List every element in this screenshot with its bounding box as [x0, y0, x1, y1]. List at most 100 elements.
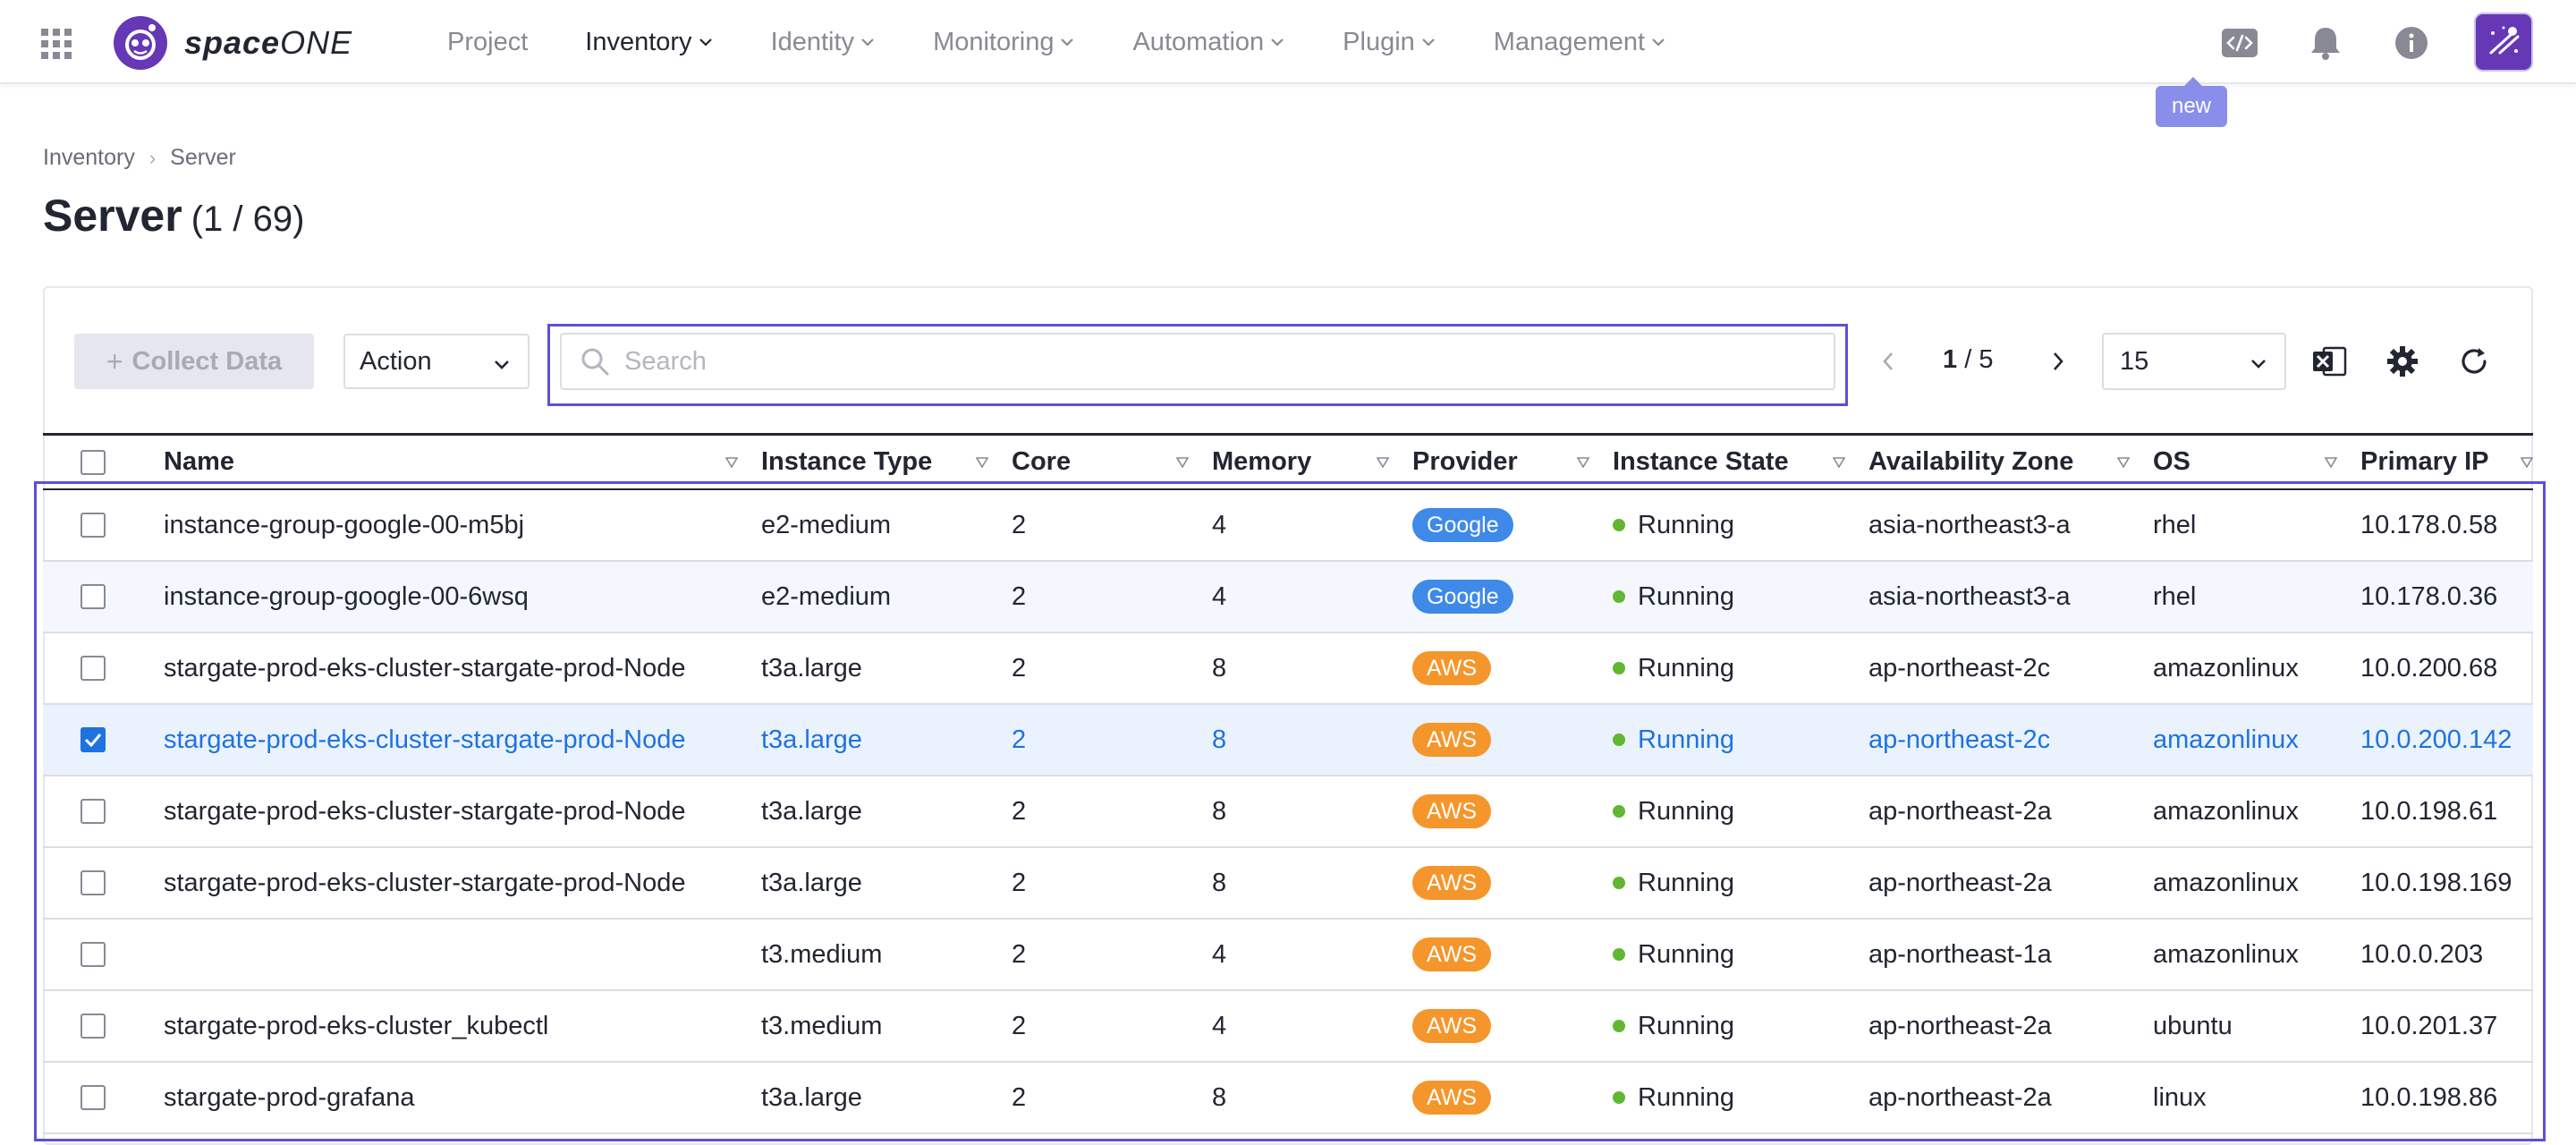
- table-row[interactable]: stargate-prod-eks-cluster-stargate-prod-…: [43, 632, 2533, 705]
- row-checkbox[interactable]: [80, 513, 106, 538]
- cell-type: t3a.large: [752, 847, 1003, 920]
- cell-provider: AWS: [1403, 919, 1604, 991]
- search-input[interactable]: [624, 346, 1787, 377]
- row-select-cell: [43, 489, 155, 562]
- app-grid-icon[interactable]: [41, 29, 72, 59]
- column-header-availability-zone[interactable]: Availability Zone: [1860, 436, 2144, 490]
- server-table: Name Instance Type Core Memory Provider Insta…: [43, 433, 2533, 1145]
- row-checkbox[interactable]: [80, 1085, 106, 1110]
- table-row[interactable]: instance-group-google-00-6wsq e2-medium 2 4…: [43, 561, 2533, 633]
- sort-triangle-icon[interactable]: [2117, 457, 2130, 468]
- cell-zone: asia-northeast3-a: [1860, 489, 2144, 562]
- table-row[interactable]: stargate-prod-eks-cluster-stargate-prod-…: [43, 847, 2533, 920]
- spaceone-logo-icon[interactable]: [113, 15, 168, 71]
- cell-zone: ap-northeast-2a: [1860, 990, 2144, 1063]
- cell-provider: AWS: [1403, 990, 1604, 1063]
- table-row[interactable]: stargate-prod-eks-cluster-stargate-prod-…: [43, 704, 2533, 776]
- astronaut-icon: [2489, 26, 2520, 55]
- row-checkbox[interactable]: [80, 727, 106, 752]
- table-row[interactable]: stargate-prod-eks-cluster_kubectl t3.medi…: [43, 990, 2533, 1063]
- sort-triangle-icon[interactable]: [1176, 457, 1189, 468]
- sort-triangle-icon[interactable]: [2325, 457, 2337, 468]
- search-box[interactable]: [560, 333, 1835, 390]
- column-header-os[interactable]: OS: [2144, 436, 2351, 490]
- breadcrumb-inventory[interactable]: Inventory: [43, 145, 135, 171]
- chevron-down-icon: [699, 38, 712, 47]
- cell-name: stargate-prod-eks-cluster-stargate-prod-…: [155, 847, 752, 920]
- settings-gear-icon[interactable]: [2385, 344, 2420, 379]
- nav-item-inventory[interactable]: Inventory: [585, 28, 713, 57]
- brand-name[interactable]: spaceONE: [184, 23, 352, 63]
- column-header-instance-type[interactable]: Instance Type: [752, 436, 1003, 490]
- instance-state: Running: [1613, 869, 1860, 898]
- chevron-down-icon: [861, 38, 874, 47]
- collect-data-button[interactable]: + Collect Data: [74, 334, 314, 389]
- provider-badge: Google: [1412, 508, 1513, 542]
- nav-item-label: Identity: [770, 27, 855, 56]
- nav-item-plugin[interactable]: Plugin: [1343, 28, 1436, 57]
- column-header-memory[interactable]: Memory: [1203, 436, 1403, 490]
- nav-item-label: Automation: [1132, 27, 1265, 56]
- sort-triangle-icon[interactable]: [1377, 457, 1389, 468]
- code-icon[interactable]: [2220, 23, 2259, 63]
- cell-name: stargate-prod-grafana: [155, 1062, 752, 1134]
- instance-state: Running: [1613, 582, 1860, 612]
- row-checkbox[interactable]: [80, 656, 106, 681]
- nav-item-automation[interactable]: Automation: [1132, 28, 1285, 57]
- bell-icon[interactable]: [2306, 23, 2345, 63]
- next-page-button[interactable]: [2043, 344, 2073, 379]
- brand-name-part: ONE: [280, 24, 353, 61]
- instance-state-label: Running: [1638, 581, 1735, 611]
- sort-triangle-icon[interactable]: [976, 457, 988, 468]
- sort-triangle-icon[interactable]: [725, 457, 738, 468]
- top-navigation-bar: spaceONE Project Inventory Identity Monitor…: [0, 0, 2576, 84]
- cell-os: linux: [2144, 1062, 2351, 1134]
- row-checkbox[interactable]: [80, 799, 106, 824]
- table-row[interactable]: stargate-prod-grafana t3a.large 2 8 AWS Runni…: [43, 1062, 2533, 1134]
- action-dropdown[interactable]: Action: [343, 334, 530, 389]
- row-select-cell: [43, 1062, 155, 1134]
- status-dot-icon: [1613, 662, 1625, 674]
- sort-triangle-icon[interactable]: [1833, 457, 1845, 468]
- column-header-instance-state[interactable]: Instance State: [1604, 436, 1860, 490]
- row-checkbox[interactable]: [80, 870, 106, 895]
- nav-item-management[interactable]: Management: [1494, 28, 1666, 57]
- chevron-right-icon: ›: [148, 146, 157, 169]
- row-checkbox[interactable]: [80, 942, 106, 967]
- column-header-label: Instance Type: [761, 447, 933, 476]
- page-size-dropdown[interactable]: 15: [2102, 333, 2286, 390]
- chevron-left-icon: [1883, 352, 1893, 370]
- excel-export-icon[interactable]: [2311, 344, 2347, 379]
- info-icon[interactable]: [2392, 23, 2431, 63]
- nav-item-identity[interactable]: Identity: [771, 28, 877, 57]
- brand-name-part: space: [184, 24, 281, 61]
- nav-item-label: Plugin: [1343, 27, 1415, 56]
- table-row[interactable]: instance-group-google-00-m5bj e2-medium 2 4…: [43, 489, 2533, 562]
- cell-memory: 4: [1203, 489, 1403, 562]
- cell-memory: 8: [1203, 632, 1403, 705]
- nav-item-monitoring[interactable]: Monitoring: [933, 28, 1075, 57]
- previous-page-button[interactable]: [1873, 344, 1903, 379]
- column-header-primary-ip[interactable]: Primary IP: [2351, 436, 2533, 490]
- provider-badge: AWS: [1412, 794, 1492, 828]
- nav-item-project[interactable]: Project: [447, 28, 528, 57]
- table-row[interactable]: stargate-prod-eks-cluster-stargate-prod-…: [43, 776, 2533, 848]
- cell-core: 2: [1003, 847, 1203, 920]
- column-header-label: Availability Zone: [1868, 447, 2074, 476]
- provider-badge: Google: [1412, 580, 1513, 614]
- column-header-core[interactable]: Core: [1003, 436, 1203, 490]
- row-checkbox[interactable]: [80, 1014, 106, 1039]
- refresh-icon[interactable]: [2456, 344, 2492, 379]
- column-header-provider[interactable]: Provider: [1403, 436, 1604, 490]
- select-all-checkbox[interactable]: [80, 449, 106, 475]
- chevron-down-icon: [1061, 38, 1074, 47]
- sort-triangle-icon[interactable]: [2521, 457, 2533, 468]
- chevron-down-icon: [1271, 38, 1284, 47]
- table-row[interactable]: t3.medium 2 4 AWS Running ap-northeast-1a amaz…: [43, 919, 2533, 991]
- user-avatar[interactable]: [2476, 14, 2531, 70]
- column-header-name[interactable]: Name: [155, 436, 752, 490]
- page-title-text: Server: [43, 191, 182, 241]
- row-checkbox[interactable]: [80, 584, 106, 609]
- sort-triangle-icon[interactable]: [1577, 457, 1589, 468]
- cell-type: t3a.large: [752, 704, 1003, 776]
